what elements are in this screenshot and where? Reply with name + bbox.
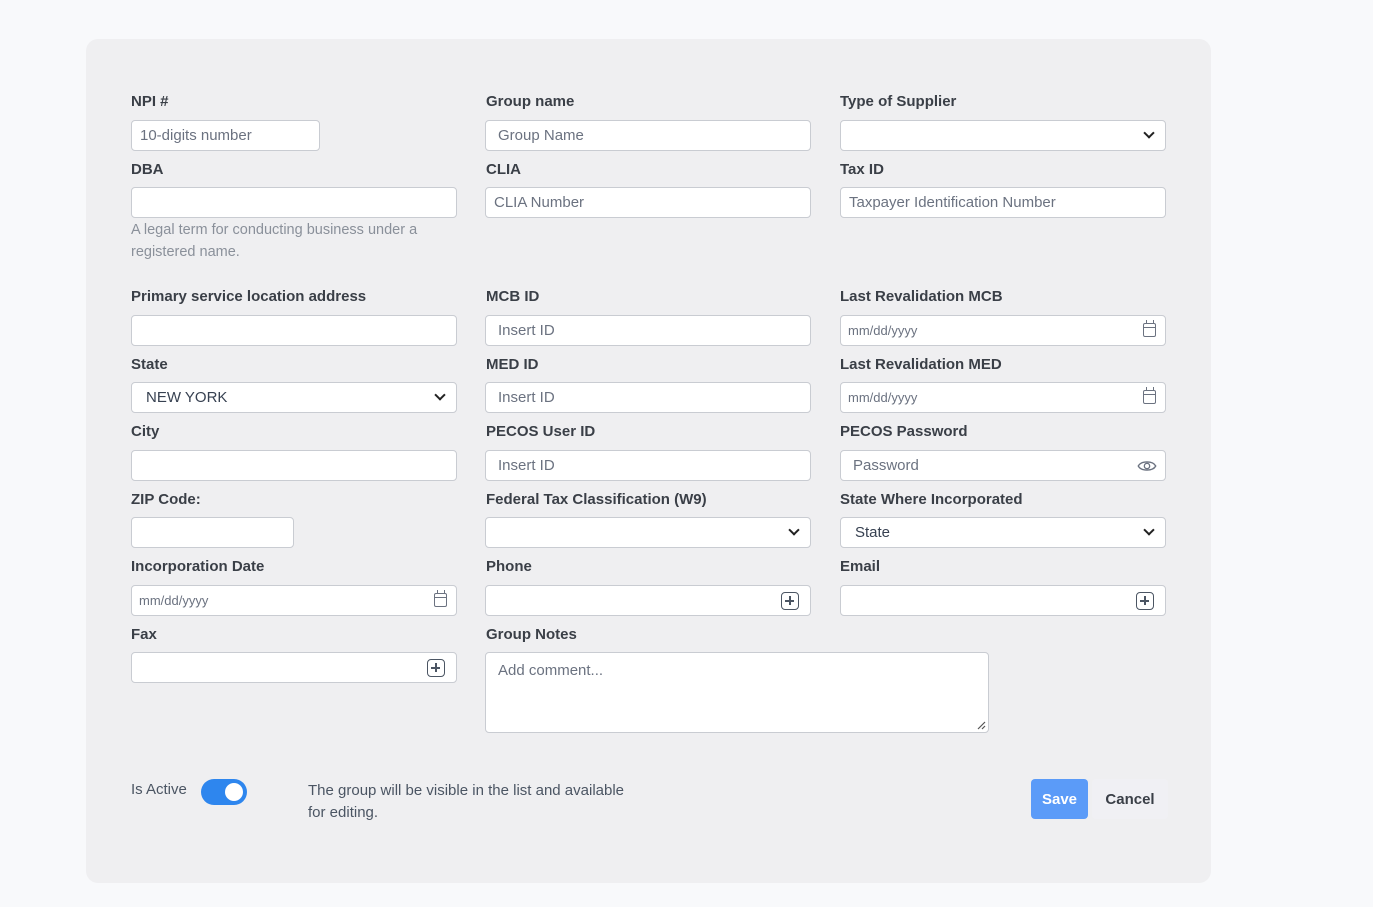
calendar-icon[interactable]: [434, 590, 447, 607]
tax-id-input[interactable]: Taxpayer Identification Number: [840, 187, 1166, 218]
zip-code-input[interactable]: [131, 517, 294, 548]
add-fax-icon[interactable]: [427, 659, 445, 677]
email-input[interactable]: [840, 585, 1166, 616]
group-notes-placeholder: Add comment...: [498, 662, 604, 679]
mcb-id-input[interactable]: Insert ID: [485, 315, 811, 346]
dba-label: DBA: [131, 161, 164, 178]
add-phone-icon[interactable]: [781, 592, 799, 610]
group-notes-textarea[interactable]: Add comment...: [485, 652, 989, 733]
zip-code-label: ZIP Code:: [131, 491, 201, 508]
pecos-password-label: PECOS Password: [840, 423, 968, 440]
dba-input[interactable]: [131, 187, 457, 218]
is-active-help-text: The group will be visible in the list an…: [308, 782, 625, 821]
pecos-user-id-input[interactable]: Insert ID: [485, 450, 811, 481]
incorporation-date-input[interactable]: mm/dd/yyyy: [131, 585, 457, 616]
fax-label: Fax: [131, 626, 157, 643]
state-select[interactable]: NEW YORK: [131, 382, 457, 413]
email-label: Email: [840, 558, 881, 575]
group-name-input[interactable]: Group Name: [485, 120, 811, 151]
last-revalidation-mcb-label: Last Revalidation MCB: [840, 288, 1003, 305]
city-label: City: [131, 423, 160, 440]
federal-tax-classification-label: Federal Tax Classification (W9): [486, 491, 707, 508]
state-incorporated-value: State: [855, 524, 891, 541]
phone-label: Phone: [486, 558, 532, 575]
incorporation-date-placeholder: mm/dd/yyyy: [139, 593, 209, 608]
last-revalidation-mcb-input[interactable]: mm/dd/yyyy: [840, 315, 1166, 346]
toggle-knob: [225, 783, 243, 801]
group-name-label: Group name: [486, 93, 575, 110]
primary-address-label: Primary service location address: [131, 288, 367, 305]
fax-input[interactable]: [131, 652, 457, 683]
chevron-down-icon: [1143, 127, 1155, 139]
clia-label: CLIA: [486, 161, 521, 178]
city-input[interactable]: [131, 450, 457, 481]
phone-input[interactable]: [485, 585, 811, 616]
is-active-label: Is Active: [131, 781, 187, 798]
calendar-icon[interactable]: [1143, 320, 1156, 337]
add-email-icon[interactable]: [1136, 592, 1154, 610]
last-revalidation-med-input[interactable]: mm/dd/yyyy: [840, 382, 1166, 413]
chevron-down-icon: [434, 389, 446, 401]
med-id-label: MED ID: [486, 356, 539, 373]
state-incorporated-label: State Where Incorporated: [840, 491, 1023, 508]
is-active-toggle[interactable]: [201, 779, 247, 805]
resize-handle-icon[interactable]: [976, 720, 986, 730]
pecos-password-placeholder: Password: [853, 457, 919, 474]
pecos-password-input[interactable]: Password: [840, 450, 1166, 481]
last-revalidation-med-placeholder: mm/dd/yyyy: [848, 390, 918, 405]
med-id-input[interactable]: Insert ID: [485, 382, 811, 413]
federal-tax-classification-select[interactable]: [485, 517, 811, 548]
group-notes-label: Group Notes: [486, 626, 577, 643]
pecos-user-id-label: PECOS User ID: [486, 423, 596, 440]
tax-id-label: Tax ID: [840, 161, 884, 178]
clia-input[interactable]: CLIA Number: [485, 187, 811, 218]
type-of-supplier-label: Type of Supplier: [840, 93, 957, 110]
save-button[interactable]: Save: [1031, 779, 1088, 819]
type-of-supplier-select[interactable]: [840, 120, 1166, 151]
primary-address-input[interactable]: [131, 315, 457, 346]
npi-input[interactable]: 10-digits number: [131, 120, 320, 151]
chevron-down-icon: [788, 524, 800, 536]
state-incorporated-select[interactable]: State: [840, 517, 1166, 548]
npi-label: NPI #: [131, 93, 169, 110]
cancel-button[interactable]: Cancel: [1092, 779, 1168, 819]
mcb-id-label: MCB ID: [486, 288, 540, 305]
dba-help-text: A legal term for conducting business und…: [131, 222, 418, 260]
incorporation-date-label: Incorporation Date: [131, 558, 265, 575]
last-revalidation-mcb-placeholder: mm/dd/yyyy: [848, 323, 918, 338]
calendar-icon[interactable]: [1143, 387, 1156, 404]
eye-icon[interactable]: [1137, 456, 1157, 476]
last-revalidation-med-label: Last Revalidation MED: [840, 356, 1002, 373]
state-label: State: [131, 356, 168, 373]
state-value: NEW YORK: [146, 389, 228, 406]
chevron-down-icon: [1143, 524, 1155, 536]
